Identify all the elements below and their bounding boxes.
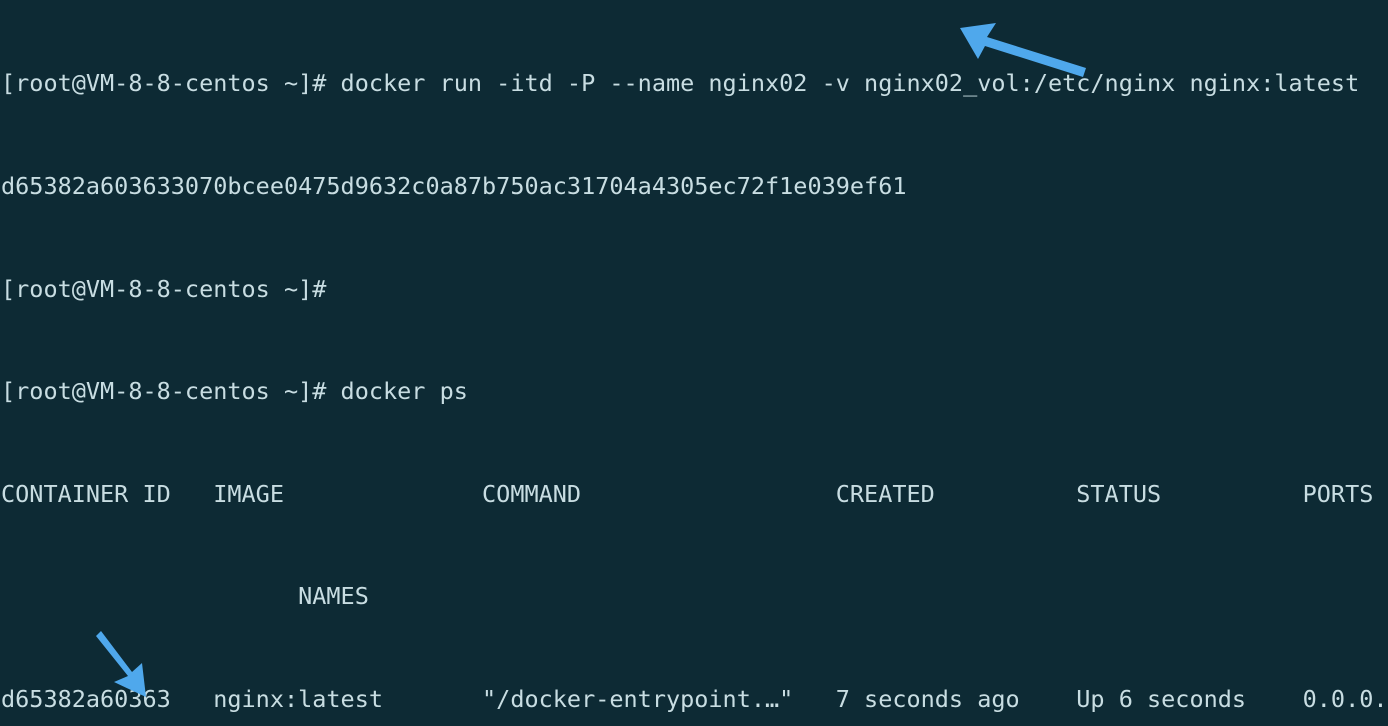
terminal-screen: [root@VM-8-8-centos ~]# docker run -itd …	[0, 0, 1388, 726]
terminal-line: [root@VM-8-8-centos ~]#	[1, 274, 327, 303]
terminal-line: d65382a603633070bcee0475d9632c0a87b750ac…	[1, 172, 907, 200]
terminal-line: CONTAINER ID IMAGE COMMAND CREATED STATU…	[1, 479, 1374, 508]
terminal-line: NAMES	[1, 582, 369, 611]
terminal-line: [root@VM-8-8-centos ~]# docker run -itd …	[1, 69, 1360, 98]
terminal-line: d65382a60363 nginx:latest "/docker-entry…	[1, 684, 1388, 713]
terminal-line: [root@VM-8-8-centos ~]# docker ps	[1, 377, 468, 406]
terminal-window[interactable]: [root@VM-8-8-centos ~]# docker run -itd …	[0, 0, 1388, 726]
